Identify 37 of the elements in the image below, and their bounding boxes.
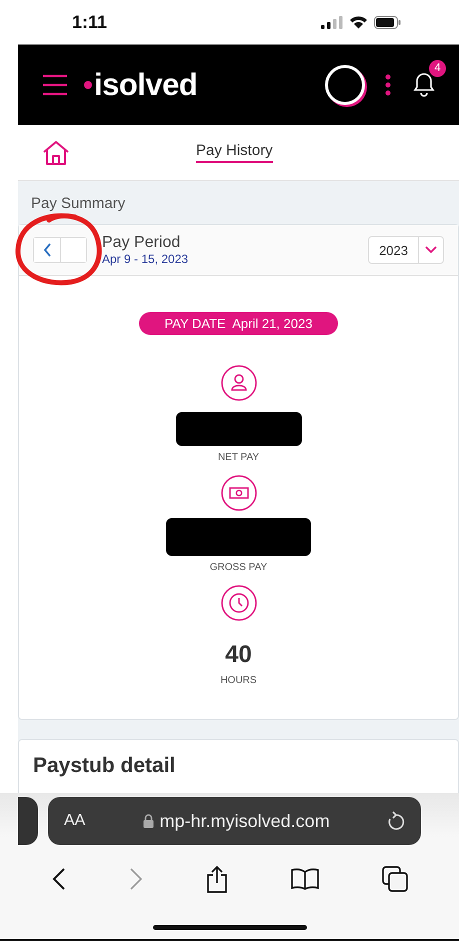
battery-icon	[374, 16, 401, 28]
page-tab[interactable]: Pay History	[196, 142, 273, 163]
pay-period-label: Pay Period	[102, 234, 182, 252]
wifi-icon	[349, 15, 368, 29]
reload-icon[interactable]	[387, 811, 405, 831]
address-bar[interactable]: AA mp-hr.myisolved.com	[48, 797, 421, 845]
chevron-left-icon	[42, 243, 52, 257]
url-text: mp-hr.myisolved.com	[160, 810, 330, 832]
lock-icon	[142, 814, 154, 828]
tab-preview[interactable]	[18, 797, 38, 845]
metric-value: 40	[225, 641, 252, 669]
avatar[interactable]	[325, 65, 365, 105]
metric-label: GROSS PAY	[210, 562, 268, 573]
section-title: Pay Summary	[30, 194, 126, 214]
share-icon[interactable]	[206, 865, 228, 893]
menu-icon[interactable]	[42, 74, 68, 96]
metric-label: NET PAY	[218, 452, 260, 463]
tabs-icon[interactable]	[382, 866, 408, 892]
card-title: Paystub detail	[33, 754, 176, 777]
caret-icon	[425, 246, 437, 254]
notification-badge: 4	[429, 60, 446, 76]
year-dropdown[interactable]: 2023	[368, 236, 444, 264]
pay-period-range: Apr 9 - 15, 2023	[102, 252, 188, 266]
pay-date-badge: PAY DATE April 21, 2023	[138, 312, 338, 335]
more-icon[interactable]	[385, 74, 391, 96]
clock-icon	[220, 585, 256, 621]
banknote-icon	[220, 475, 256, 511]
signal-icon	[321, 16, 343, 28]
text-size-button[interactable]: AA	[64, 812, 86, 830]
status-time: 1:11	[72, 12, 108, 32]
forward-icon[interactable]	[128, 867, 142, 891]
metric-label: HOURS	[220, 675, 257, 686]
logo: isolved	[84, 67, 198, 103]
book-icon[interactable]	[290, 868, 318, 890]
home-icon[interactable]	[42, 140, 70, 166]
back-icon[interactable]	[52, 867, 66, 891]
person-icon	[220, 365, 256, 401]
